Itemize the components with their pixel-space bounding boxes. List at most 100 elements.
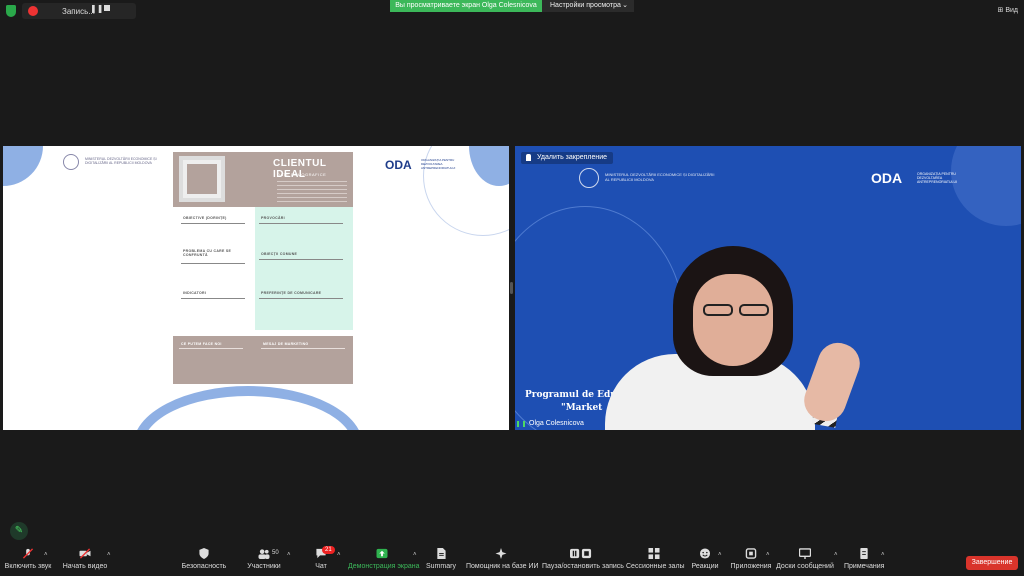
communication-label: PREFERINȚE DE COMUNICARE (261, 291, 322, 295)
whiteboards-chevron-icon[interactable]: ˄ (834, 552, 838, 558)
decor-arc (133, 386, 363, 430)
reactions-button[interactable]: Реакции (690, 548, 720, 570)
sparkle-icon (495, 548, 507, 559)
notes-button[interactable]: Примечания (844, 548, 884, 570)
unpin-label: Удалить закрепление (537, 154, 608, 161)
smiley-icon (699, 548, 711, 559)
indicators-label: INDICATORI (183, 291, 207, 295)
chat-label: Чат (315, 563, 327, 570)
apps-chevron-icon[interactable]: ˄ (766, 552, 770, 558)
breakout-rooms-label: Сессионные залы (626, 563, 685, 570)
marketing-message-label: MESAJ DE MARKETING (263, 342, 309, 346)
pin-icon (526, 154, 531, 161)
canvas-right-column (255, 207, 353, 330)
meeting-toolbar: Включить звук ˄ Начать видео ˄ Безопасно… (0, 544, 1024, 576)
demographics-label: DATE DEMOGRAFICE (277, 172, 327, 177)
speaker-hand (798, 337, 866, 427)
ministry-text: MINISTERUL DEZVOLTĂRII ECONOMICE ȘI DIGI… (605, 172, 715, 182)
photo-placeholder (179, 156, 225, 202)
shared-screen-pane[interactable]: MINISTERUL DEZVOLTĂRII ECONOMICE ȘI DIGI… (3, 146, 509, 430)
pause-recording-button[interactable]: Пауза/остановить запись (542, 548, 624, 570)
whiteboards-button[interactable]: Доски сообщений (776, 548, 834, 570)
recording-indicator[interactable]: Запись... (22, 3, 136, 19)
divider (181, 298, 245, 299)
oda-subtitle: ORGANIZAȚIA PENTRU DEZVOLTAREA ANTREPREN… (917, 172, 957, 184)
start-video-button[interactable]: Начать видео (62, 548, 108, 570)
unpin-button[interactable]: Удалить закрепление (521, 152, 614, 164)
participant-name: Olga Colesnicova (529, 420, 584, 427)
microphone-muted-icon (22, 548, 34, 559)
pause-stop-icon (570, 548, 592, 559)
canvas-header: CLIENTUL IDEAL DATE DEMOGRAFICE (173, 152, 353, 207)
participant-name-tag: Olga Colesnicova (517, 419, 584, 429)
end-meeting-button[interactable]: Завершение (966, 556, 1018, 570)
security-button[interactable]: Безопасность (180, 548, 228, 570)
notes-chevron-icon[interactable]: ˄ (881, 552, 885, 558)
participants-label: Участники (247, 563, 281, 570)
oda-subtitle: ORGANIZAȚIA PENTRU DEZVOLTAREA ANTREPREN… (421, 158, 456, 170)
pause-recording-icon[interactable]: ❚❚ (90, 4, 103, 13)
objectives-label: OBIECTIVE (DORINȚE) (183, 216, 227, 220)
ministry-text: MINISTERUL DEZVOLTĂRII ECONOMICE ȘI DIGI… (85, 157, 157, 165)
apps-icon (745, 548, 757, 559)
summary-document-icon (437, 548, 446, 559)
what-we-can-do-label: CE PUTEM FACE NOI (181, 342, 222, 346)
decor-arc (951, 146, 1021, 226)
video-off-icon (79, 548, 91, 559)
common-objections-label: OBIECȚII COMUNE (261, 252, 298, 256)
participants-chevron-icon[interactable]: ˄ (287, 552, 291, 558)
security-shield-icon[interactable] (6, 5, 16, 17)
divider (181, 263, 245, 264)
stop-recording-icon[interactable] (104, 5, 110, 11)
canvas-left-column (173, 207, 255, 330)
summary-button[interactable]: Summary (424, 548, 458, 570)
chevron-down-icon: ⌄ (622, 2, 628, 9)
recording-dot-icon (28, 6, 38, 16)
challenges-label: PROVOCĂRI (261, 216, 285, 220)
divider (261, 348, 345, 349)
whiteboards-label: Доски сообщений (776, 563, 834, 570)
speaker-face (693, 274, 773, 366)
ai-assistant-button[interactable]: Помощник на базе ИИ (466, 548, 539, 570)
view-settings-dropdown[interactable]: Настройки просмотра ⌄ (542, 0, 634, 12)
program-title: Programul de Educ (525, 390, 623, 400)
view-label: Вид (1005, 7, 1018, 14)
view-button[interactable]: ⊞ Вид (998, 6, 1018, 14)
demographics-lines (277, 178, 347, 204)
divider (259, 223, 343, 224)
notes-label: Примечания (844, 563, 885, 570)
canvas-footer: CE PUTEM FACE NOI MESAJ DE MARKETING (173, 336, 353, 384)
ministry-seal-icon (63, 154, 79, 170)
ministry-seal-icon (579, 168, 599, 188)
participants-icon (258, 549, 270, 559)
divider (181, 223, 245, 224)
share-options-chevron-icon[interactable]: ˄ (413, 552, 417, 558)
speaker-video-pane[interactable]: MINISTERUL DEZVOLTĂRII ECONOMICE ȘI DIGI… (515, 146, 1021, 430)
ai-assistant-label: Помощник на базе ИИ (466, 563, 539, 570)
summary-label: Summary (426, 563, 456, 570)
ideal-client-canvas: CLIENTUL IDEAL DATE DEMOGRAFICE OBIECTIV… (173, 152, 353, 384)
audio-options-chevron-icon[interactable]: ˄ (44, 552, 48, 558)
divider (259, 298, 343, 299)
pane-splitter-handle[interactable] (510, 282, 513, 294)
apps-label: Приложения (730, 563, 772, 570)
speaker-glasses (699, 304, 773, 316)
security-label: Безопасность (181, 563, 227, 570)
annotate-pencil-button[interactable]: ✎ (10, 522, 28, 540)
shield-icon (199, 548, 209, 559)
breakout-rooms-button[interactable]: Сессионные залы (626, 548, 685, 570)
participants-count: 50 (272, 550, 279, 556)
notes-icon (860, 548, 868, 559)
chat-chevron-icon[interactable]: ˄ (337, 552, 341, 558)
signal-icon (517, 421, 525, 427)
share-screen-button[interactable]: Демонстрация экрана (348, 548, 420, 570)
whiteboard-icon (799, 548, 811, 559)
share-screen-label: Демонстрация экрана (348, 563, 420, 570)
viewing-screen-banner: Вы просматриваете экран Olga Colesnicova (390, 0, 542, 12)
reactions-chevron-icon[interactable]: ˄ (718, 552, 722, 558)
divider (179, 348, 243, 349)
breakout-grid-icon (648, 548, 660, 559)
view-settings-label: Настройки просмотра (550, 2, 621, 9)
video-options-chevron-icon[interactable]: ˄ (107, 552, 111, 558)
program-subtitle: "Market (561, 403, 603, 413)
